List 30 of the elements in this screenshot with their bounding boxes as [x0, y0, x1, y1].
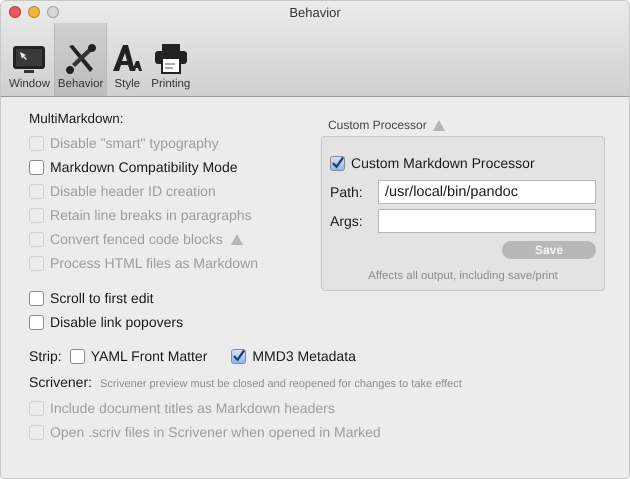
- minimize-button[interactable]: [28, 6, 40, 18]
- checkbox-option[interactable]: YAML Front Matter: [70, 344, 208, 368]
- printer-icon: [154, 43, 188, 75]
- checkmark-icon: [232, 349, 246, 363]
- scrivener-note: Scrivener preview must be closed and reopened for changes to take effect: [100, 378, 462, 390]
- panel-title: Custom Processor: [328, 118, 427, 132]
- scrivener-label: Scrivener:: [29, 374, 92, 390]
- checkmark-icon: [331, 156, 344, 170]
- close-button[interactable]: [9, 6, 21, 18]
- toolbar-tab[interactable]: Behavior: [54, 23, 108, 96]
- monitor-icon: [12, 45, 46, 75]
- tools-icon: [64, 43, 98, 75]
- warning-icon: [432, 120, 445, 130]
- field-label: Args:: [330, 213, 364, 229]
- args-field[interactable]: [378, 209, 596, 233]
- toolbar-tab[interactable]: Printing: [147, 23, 194, 96]
- checkbox-option[interactable]: Markdown Compatibility Mode: [29, 155, 319, 179]
- checkbox-option[interactable]: Disable link popovers: [29, 310, 319, 334]
- checkbox-option[interactable]: Custom Markdown Processor: [330, 151, 596, 175]
- checkbox-option[interactable]: MMD3 Metadata: [231, 344, 356, 368]
- path-field[interactable]: /usr/local/bin/pandoc: [378, 180, 596, 204]
- toolbar-tab[interactable]: Style: [107, 23, 148, 96]
- section-heading: MultiMarkdown:: [29, 111, 125, 126]
- checkbox-option[interactable]: Scroll to first edit: [29, 286, 319, 310]
- panel-note: Affects all output, including save/print: [367, 270, 559, 282]
- zoom-button[interactable]: [47, 6, 59, 18]
- field-label: Path:: [330, 184, 364, 200]
- strip-label: Strip:: [29, 348, 62, 364]
- toolbar-tab[interactable]: Window: [5, 23, 54, 96]
- window-title: Behavior: [288, 4, 342, 20]
